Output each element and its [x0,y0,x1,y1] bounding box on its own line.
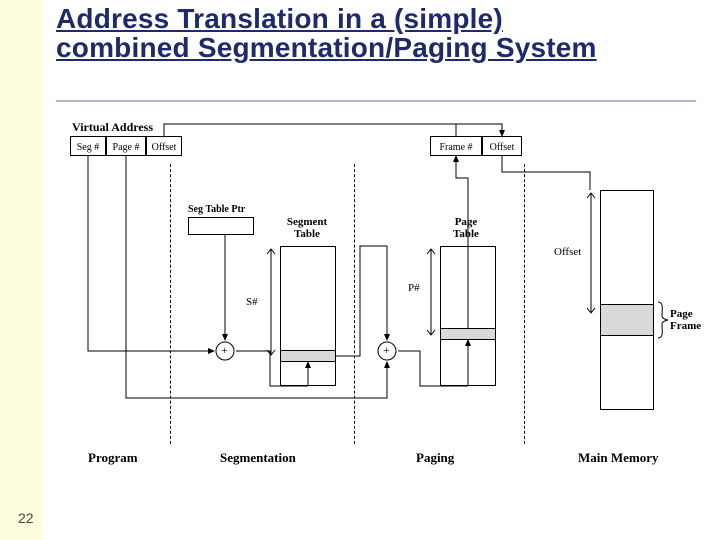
section-program: Program [88,450,138,466]
slide: Address Translation in a (simple) combin… [0,0,720,540]
section-main-memory: Main Memory [578,450,659,466]
section-paging: Paging [416,450,454,466]
slide-title: Address Translation in a (simple) combin… [56,4,616,63]
connector-arrows [70,118,680,438]
page-number: 22 [18,510,34,526]
section-segmentation: Segmentation [220,450,296,466]
address-translation-diagram: Virtual Address Seg # Page # Offset Seg … [70,118,680,478]
sep-1 [170,164,171,444]
sep-2 [354,164,355,444]
sep-3 [524,164,525,444]
title-rule [56,100,696,102]
